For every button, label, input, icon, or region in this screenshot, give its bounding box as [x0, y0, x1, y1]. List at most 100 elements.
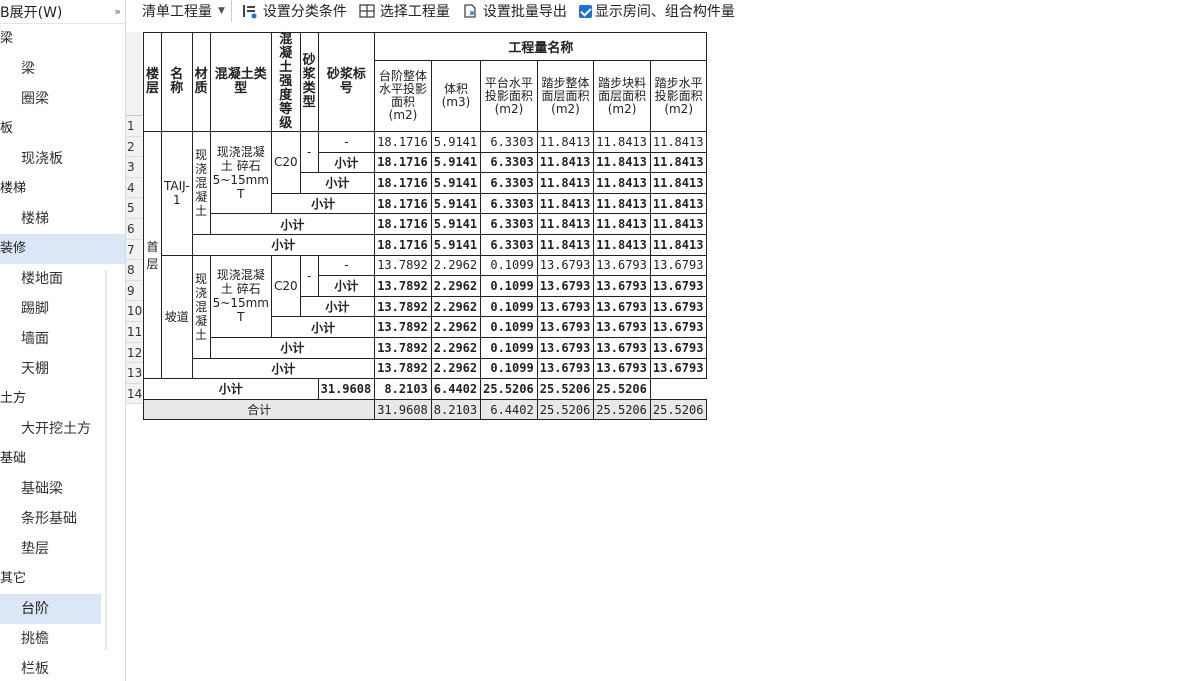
tree-group[interactable]: 装修 [0, 234, 125, 264]
select-project-label: 选择工程量 [379, 4, 450, 20]
tree-item[interactable]: 栏板 [0, 654, 125, 681]
value-cell: 13.7892 [374, 336, 432, 359]
set-category-label: 设置分类条件 [262, 4, 347, 20]
value-cell: 18.1716 [374, 151, 432, 174]
row-number: 6 [126, 218, 142, 240]
header-floor: 楼层 [142, 32, 163, 132]
mortar-type-cell: - [299, 130, 319, 174]
header-quantity-column: 踏步整体面层面积(m2) [536, 60, 595, 132]
subtotal-label: 小计 [191, 357, 376, 380]
value-cell: 6.4402 [430, 378, 482, 400]
batch-export-button[interactable]: 设置批量导出 [462, 0, 567, 22]
total-value-cell: 31.9608 [374, 398, 432, 421]
subtotal-label: 小计 [299, 295, 376, 318]
value-cell: 13.6793 [649, 295, 708, 318]
row-number: 3 [126, 157, 142, 178]
value-cell: 13.6793 [536, 254, 595, 277]
value-cell: 0.1099 [480, 316, 538, 338]
row-number: 10 [126, 301, 142, 322]
concrete-type-cell: 现浇混凝土 碎石5~15mm T [209, 254, 272, 338]
value-cell: 11.8413 [649, 213, 708, 235]
select-project-button[interactable]: 选择工程量 [359, 0, 450, 22]
value-cell: 18.1716 [374, 172, 432, 194]
value-cell: 11.8413 [649, 131, 708, 153]
value-cell: 13.6793 [649, 254, 708, 277]
value-cell: 6.3303 [480, 233, 538, 256]
subtotal-label: 小计 [209, 213, 376, 235]
header-concrete-type: 混凝土类型 [209, 32, 272, 132]
value-cell: 11.8413 [593, 192, 651, 215]
subtotal-label: 小计 [317, 151, 376, 174]
total-value-cell: 25.5206 [649, 398, 708, 421]
row-number: 7 [126, 239, 142, 261]
value-cell: 13.6793 [536, 295, 595, 318]
value-cell: 0.1099 [480, 295, 538, 318]
value-cell: 11.8413 [536, 172, 595, 194]
value-cell: 6.3303 [480, 172, 538, 194]
value-cell: 2.2962 [430, 254, 482, 277]
sidebar-scrollbar[interactable] [105, 270, 107, 650]
header-quantity-column: 台阶整体水平投影面积(m2) [374, 60, 432, 132]
tree-item[interactable]: 台阶 [0, 594, 101, 624]
value-cell: 13.6793 [593, 316, 651, 338]
collapse-chevron-icon[interactable]: » [114, 5, 121, 18]
sidebar-header: B展开(W) » [0, 0, 125, 24]
value-cell: 6.3303 [480, 131, 538, 153]
floor-cell: 首层 [142, 130, 163, 380]
value-cell: 5.9141 [430, 192, 482, 215]
value-cell: 6.3303 [480, 213, 538, 235]
category-icon [242, 5, 257, 19]
material-cell: 现浇混凝土 [191, 254, 211, 359]
select-grid-icon [359, 4, 375, 18]
value-cell: 13.7892 [374, 254, 432, 277]
header-name: 名称 [161, 32, 193, 132]
value-cell: 11.8413 [536, 151, 595, 174]
subtotal-label: 小计 [270, 316, 376, 338]
value-cell: 5.9141 [430, 213, 482, 235]
tree-group[interactable]: 板 [0, 114, 125, 144]
mode-select[interactable]: 清单工程量 ▼ [134, 0, 232, 22]
checkbox-checked-icon [578, 4, 592, 18]
expand-button[interactable]: B展开(W) [0, 2, 62, 22]
tree-item[interactable]: 楼梯 [0, 204, 125, 234]
value-cell: 25.5206 [536, 378, 595, 400]
value-cell: 5.9141 [430, 151, 482, 174]
value-cell: 13.6793 [593, 357, 651, 380]
value-cell: 13.6793 [649, 316, 708, 338]
value-cell: 11.8413 [649, 151, 708, 174]
subtotal-label: 小计 [317, 275, 376, 297]
total-value-cell: 6.4402 [480, 398, 538, 421]
tree-item[interactable]: 梁 [0, 54, 125, 84]
tree-item[interactable]: 圈梁 [0, 84, 125, 114]
row-number-column: 1 2 3 4 5 6 7 8 9 10 11 12 13 14 [126, 32, 142, 405]
value-cell: 11.8413 [536, 213, 595, 235]
tree-item[interactable]: 现浇板 [0, 144, 125, 174]
row-number: 1 [126, 116, 142, 137]
set-category-button[interactable]: 设置分类条件 [242, 0, 347, 22]
component-name-cell: TAIJ-1 [161, 131, 193, 256]
mortar-grade-cell: - [317, 254, 376, 277]
row-number: 13 [126, 363, 142, 384]
header-quantity-column: 体积(m3) [430, 60, 482, 132]
value-cell: 11.8413 [649, 172, 708, 194]
show-rooms-checkbox[interactable]: 显示房间、组合构件量 [578, 0, 735, 22]
subtotal-label: 小计 [299, 172, 376, 194]
tree-group[interactable]: 梁 [0, 24, 125, 54]
value-cell: 0.1099 [480, 357, 538, 380]
header-quantity-column: 平台水平投影面积(m2) [480, 60, 538, 132]
value-cell: 13.6793 [593, 275, 651, 297]
value-cell: 11.8413 [593, 213, 651, 235]
tree-group[interactable]: 楼梯 [0, 174, 125, 204]
value-cell: 11.8413 [536, 233, 595, 256]
floor-subtotal-label: 小计 [143, 378, 319, 400]
value-cell: 2.2962 [430, 295, 482, 318]
value-cell: 13.6793 [649, 357, 708, 380]
value-cell: 13.6793 [593, 295, 651, 318]
value-cell: 25.5206 [593, 378, 651, 400]
value-cell: 0.1099 [480, 336, 538, 359]
concrete-type-cell: 现浇混凝土 碎石5~15mm T [209, 130, 272, 215]
dropdown-arrow-icon: ▼ [218, 6, 225, 16]
value-cell: 11.8413 [536, 192, 595, 215]
row-number: 11 [126, 321, 142, 343]
value-cell: 6.3303 [480, 151, 538, 174]
